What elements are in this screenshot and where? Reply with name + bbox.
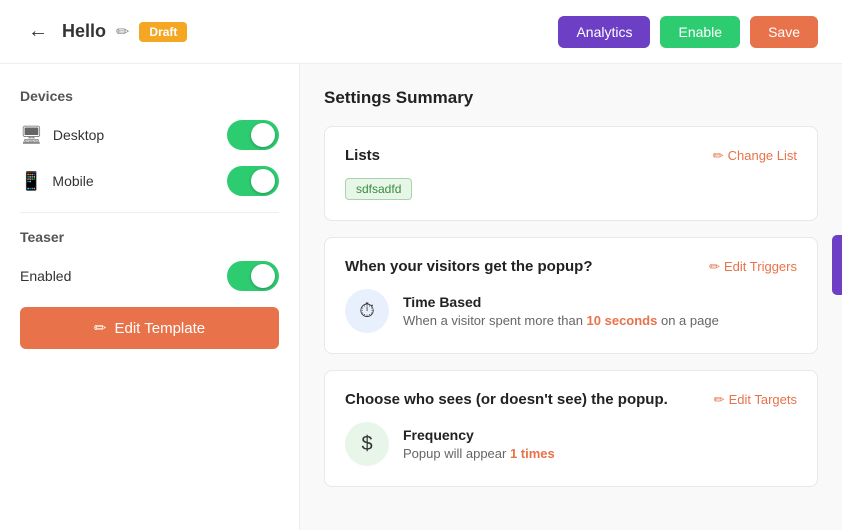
lists-card-title: Lists [345, 147, 380, 164]
divider-1 [20, 212, 279, 213]
frequency-name: Frequency [403, 427, 555, 443]
edit-targets-button[interactable]: ✏ Edit Targets [714, 392, 797, 408]
mobile-label: Mobile [52, 173, 93, 189]
mobile-toggle[interactable] [227, 166, 279, 196]
edit-triggers-label: Edit Triggers [724, 259, 797, 274]
lists-card: Lists ✏ Change List sdfsadfd [324, 126, 818, 221]
frequency-info: Frequency Popup will appear 1 times [403, 427, 555, 461]
settings-summary-title: Settings Summary [324, 88, 818, 108]
header: ← Hello ✏ Draft Analytics Enable Save [0, 0, 842, 64]
analytics-button[interactable]: Analytics [558, 16, 650, 48]
sidebar: Devices 🖥 Desktop 📱 Mobile [0, 64, 300, 530]
trigger-description: When a visitor spent more than 10 second… [403, 313, 719, 328]
trigger-icon-wrap: ⏱ [345, 289, 389, 333]
frequency-icon: $ [361, 433, 372, 456]
target-card: Choose who sees (or doesn't see) the pop… [324, 370, 818, 487]
edit-triggers-icon: ✏ [709, 259, 720, 275]
trigger-row: ⏱ Time Based When a visitor spent more t… [345, 289, 797, 333]
trigger-card: When your visitors get the popup? ✏ Edit… [324, 237, 818, 354]
mobile-label-group: 📱 Mobile [20, 171, 94, 192]
save-button[interactable]: Save [750, 16, 818, 48]
change-list-icon: ✏ [713, 148, 724, 164]
trigger-card-title: When your visitors get the popup? [345, 258, 593, 275]
desktop-toggle[interactable] [227, 120, 279, 150]
trigger-card-header: When your visitors get the popup? ✏ Edit… [345, 258, 797, 275]
time-icon: ⏱ [359, 300, 375, 323]
change-list-button[interactable]: ✏ Change List [713, 148, 797, 164]
list-tag: sdfsadfd [345, 178, 412, 200]
frequency-description: Popup will appear 1 times [403, 446, 555, 461]
trigger-highlight: 10 seconds [587, 313, 658, 328]
edit-targets-icon: ✏ [714, 392, 725, 408]
desktop-icon: 🖥 [20, 125, 43, 146]
change-list-label: Change List [728, 148, 797, 163]
trigger-name: Time Based [403, 294, 719, 310]
desktop-label: Desktop [53, 127, 104, 143]
page-title: Hello [62, 21, 106, 42]
edit-template-button[interactable]: ✏ Edit Template [20, 307, 279, 349]
draft-badge: Draft [139, 22, 187, 42]
edit-triggers-button[interactable]: ✏ Edit Triggers [709, 259, 797, 275]
desktop-label-group: 🖥 Desktop [20, 125, 104, 146]
back-button[interactable]: ← [24, 16, 52, 47]
enable-button[interactable]: Enable [660, 16, 740, 48]
teaser-enabled-label-group: Enabled [20, 268, 71, 284]
trigger-info: Time Based When a visitor spent more tha… [403, 294, 719, 328]
frequency-desc-prefix: Popup will appear [403, 446, 510, 461]
devices-section-title: Devices [20, 88, 279, 104]
target-card-header: Choose who sees (or doesn't see) the pop… [345, 391, 797, 408]
desktop-row: 🖥 Desktop [20, 120, 279, 150]
header-actions: Analytics Enable Save [558, 16, 818, 48]
layout: Devices 🖥 Desktop 📱 Mobile [0, 64, 842, 530]
scroll-indicator[interactable] [832, 235, 842, 295]
trigger-desc-prefix: When a visitor spent more than [403, 313, 587, 328]
target-card-title: Choose who sees (or doesn't see) the pop… [345, 391, 668, 408]
mobile-icon: 📱 [20, 171, 42, 192]
frequency-icon-wrap: $ [345, 422, 389, 466]
trigger-desc-suffix: on a page [657, 313, 718, 328]
edit-title-icon[interactable]: ✏ [116, 22, 129, 42]
frequency-row: $ Frequency Popup will appear 1 times [345, 422, 797, 466]
header-left: ← Hello ✏ Draft [24, 16, 187, 47]
edit-template-icon: ✏ [94, 319, 107, 337]
edit-template-label: Edit Template [114, 320, 205, 337]
frequency-highlight: 1 times [510, 446, 555, 461]
edit-targets-label: Edit Targets [729, 392, 797, 407]
lists-card-header: Lists ✏ Change List [345, 147, 797, 164]
mobile-row: 📱 Mobile [20, 166, 279, 196]
teaser-toggle[interactable] [227, 261, 279, 291]
teaser-enabled-label: Enabled [20, 268, 71, 284]
teaser-section-title: Teaser [20, 229, 279, 245]
teaser-row: Enabled [20, 261, 279, 291]
main-content: Settings Summary Lists ✏ Change List sdf… [300, 64, 842, 530]
